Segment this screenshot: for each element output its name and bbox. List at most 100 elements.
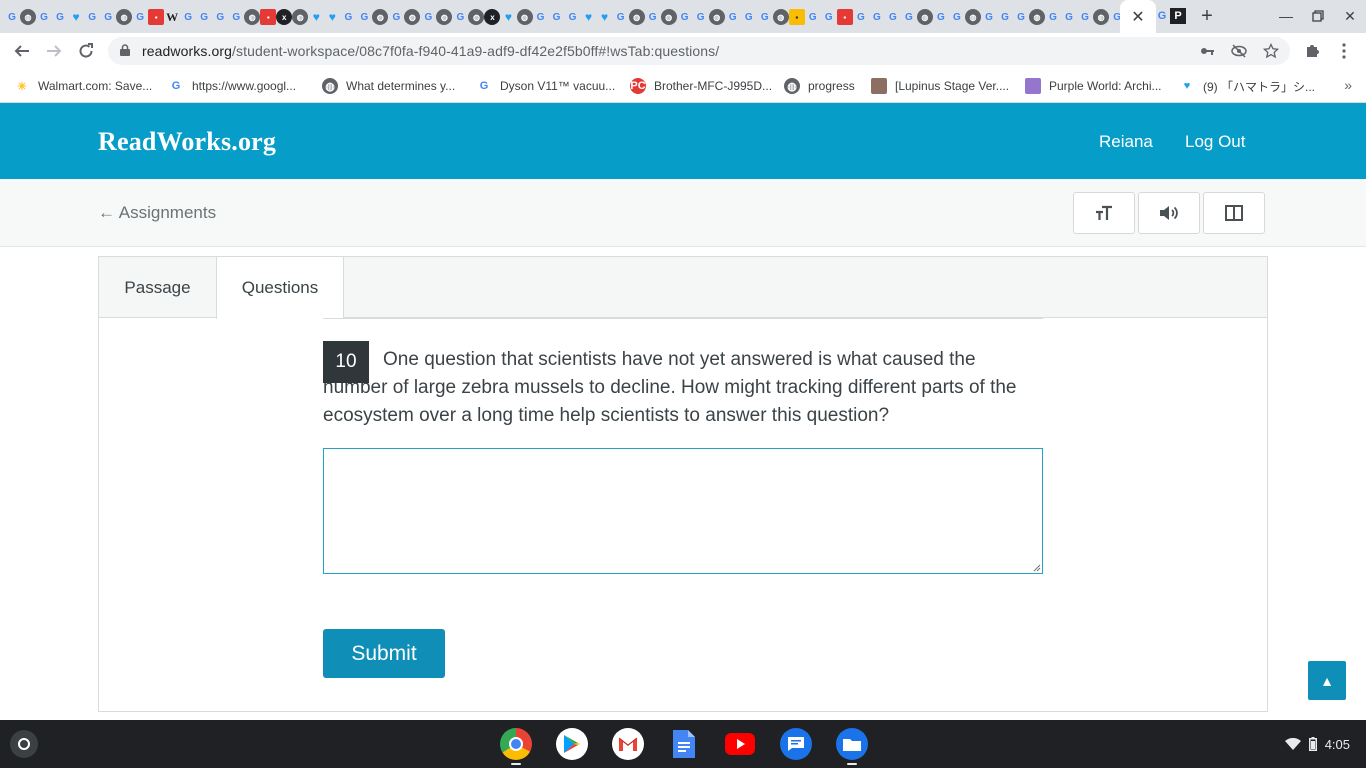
google-tab-icon[interactable]: G [933, 9, 949, 25]
docs-icon[interactable] [668, 728, 700, 760]
bookmark-item[interactable]: Ghttps://www.googl... [168, 77, 296, 95]
globe-tab-icon[interactable]: ◍ [628, 9, 645, 25]
google-tab-icon[interactable]: G [1061, 9, 1077, 25]
back-to-top-button[interactable]: ▲ [1308, 661, 1346, 700]
globe-tab-icon[interactable]: ◍ [292, 9, 309, 25]
google-tab-icon[interactable]: G [36, 9, 52, 25]
google-tab-icon[interactable]: G [100, 9, 116, 25]
bookmark-item[interactable]: ◍ What determines y... [322, 77, 455, 95]
audio-button[interactable] [1138, 192, 1200, 234]
minimize-window-icon[interactable]: — [1271, 6, 1301, 26]
globe-tab-icon[interactable]: ◍ [916, 9, 933, 25]
google-tab-icon[interactable]: G [196, 9, 212, 25]
user-name-link[interactable]: Reiana [1099, 132, 1153, 152]
google-tab-icon[interactable]: G [84, 9, 100, 25]
google-tab-icon[interactable]: G [565, 9, 581, 25]
back-arrow-icon[interactable] [10, 39, 34, 63]
twitter-tab-icon[interactable]: ♥ [500, 9, 516, 25]
google-tab-icon[interactable]: G [677, 9, 693, 25]
address-bar[interactable]: readworks.org/student-workspace/08c7f0fa… [108, 37, 1290, 65]
google-tab-icon[interactable]: G [613, 9, 629, 25]
google-tab-icon[interactable]: G [388, 9, 404, 25]
close-window-icon[interactable]: ✕ [1335, 6, 1365, 26]
resize-handle-icon[interactable] [1033, 564, 1041, 572]
google-tab-icon[interactable]: G [949, 9, 965, 25]
google-tab-icon[interactable]: G [132, 9, 148, 25]
google-tab-icon[interactable]: G [885, 9, 901, 25]
globe-tab-icon[interactable]: ◍ [468, 9, 485, 25]
google-tab-icon[interactable]: G [4, 9, 20, 25]
google-tab-icon[interactable]: G [420, 9, 436, 25]
close-tab-icon[interactable]: ✕ [1131, 7, 1144, 27]
google-tab-icon[interactable]: G [645, 9, 661, 25]
google-tab-icon[interactable]: G [212, 9, 228, 25]
globe-tab-icon[interactable]: ◍ [20, 9, 37, 25]
eye-off-icon[interactable] [1230, 42, 1248, 60]
google-tab-icon[interactable]: G [1077, 9, 1093, 25]
answer-textarea[interactable] [323, 448, 1043, 574]
google-tab-icon[interactable]: G [757, 9, 773, 25]
extensions-puzzle-icon[interactable] [1300, 39, 1324, 63]
tab-favicon-icon[interactable]: P [1170, 8, 1186, 24]
gmail-icon[interactable] [612, 728, 644, 760]
google-tab-icon[interactable]: G [452, 9, 468, 25]
logout-link[interactable]: Log Out [1185, 132, 1246, 152]
google-tab-icon[interactable]: G [741, 9, 757, 25]
forward-arrow-icon[interactable] [42, 39, 66, 63]
browser-menu-icon[interactable] [1332, 39, 1356, 63]
key-icon[interactable] [1198, 42, 1216, 60]
tab-favicon-icon[interactable]: x [276, 9, 293, 25]
twitter-tab-icon[interactable]: ♥ [308, 9, 324, 25]
bookmark-item[interactable]: PC Brother-MFC-J995D... [630, 77, 772, 95]
reload-icon[interactable] [74, 39, 98, 63]
tab-favicon-icon[interactable]: ▪ [148, 9, 165, 25]
tab-favicon-icon[interactable]: ▪ [260, 9, 277, 25]
google-tab-icon[interactable]: G [180, 9, 196, 25]
globe-tab-icon[interactable]: ◍ [516, 9, 533, 25]
launcher-icon[interactable] [10, 730, 38, 758]
globe-tab-icon[interactable]: ◍ [964, 9, 981, 25]
twitter-tab-icon[interactable]: ♥ [597, 9, 613, 25]
globe-tab-icon[interactable]: ◍ [660, 9, 677, 25]
twitter-tab-icon[interactable]: ♥ [68, 9, 84, 25]
tab-favicon-icon[interactable]: x [484, 9, 501, 25]
globe-tab-icon[interactable]: ◍ [244, 9, 261, 25]
google-tab-icon[interactable]: G [1045, 9, 1061, 25]
globe-tab-icon[interactable]: ◍ [772, 9, 789, 25]
globe-tab-icon[interactable]: ◍ [372, 9, 389, 25]
status-tray[interactable]: 4:05 [1284, 720, 1366, 768]
google-tab-icon[interactable]: G [869, 9, 885, 25]
twitter-tab-icon[interactable]: ♥ [581, 9, 597, 25]
bookmark-item[interactable]: Purple World: Archi... [1025, 77, 1162, 95]
tab-questions[interactable]: Questions [216, 257, 344, 319]
bookmark-item[interactable]: ✳ Walmart.com: Save... [14, 77, 152, 95]
messages-icon[interactable] [780, 728, 812, 760]
globe-tab-icon[interactable]: ◍ [1029, 9, 1045, 25]
bookmark-star-icon[interactable] [1262, 42, 1280, 60]
globe-tab-icon[interactable]: ◍ [404, 9, 421, 25]
restore-window-icon[interactable] [1303, 6, 1333, 26]
google-tab-icon[interactable]: G [725, 9, 741, 25]
google-tab-icon[interactable]: G [533, 9, 549, 25]
new-tab-button[interactable]: + [1196, 4, 1218, 28]
tab-favicon-icon[interactable]: ▪ [788, 9, 805, 25]
files-icon[interactable] [836, 728, 868, 760]
globe-tab-icon[interactable]: ◍ [1093, 9, 1110, 25]
bookmark-item[interactable]: [Lupinus Stage Ver.... [871, 77, 1009, 95]
assignments-back-link[interactable]: ← Assignments [98, 203, 216, 223]
play-store-icon[interactable] [556, 728, 588, 760]
text-size-button[interactable] [1073, 192, 1135, 234]
google-tab-icon[interactable]: G [805, 9, 821, 25]
google-tab-icon[interactable]: G [356, 9, 372, 25]
google-tab-icon[interactable]: G [549, 9, 565, 25]
tab-passage[interactable]: Passage [99, 257, 216, 318]
bookmark-item[interactable]: ♥ (9) 「ハマトラ」シ... [1179, 77, 1315, 95]
google-tab-icon[interactable]: G [981, 9, 997, 25]
google-tab-icon[interactable]: G [997, 9, 1013, 25]
google-tab-icon[interactable]: G [1013, 9, 1029, 25]
split-view-button[interactable] [1203, 192, 1265, 234]
twitter-tab-icon[interactable]: ♥ [324, 9, 340, 25]
globe-tab-icon[interactable]: ◍ [708, 9, 725, 25]
youtube-icon[interactable] [724, 728, 756, 760]
google-tab-icon[interactable]: G [693, 9, 709, 25]
